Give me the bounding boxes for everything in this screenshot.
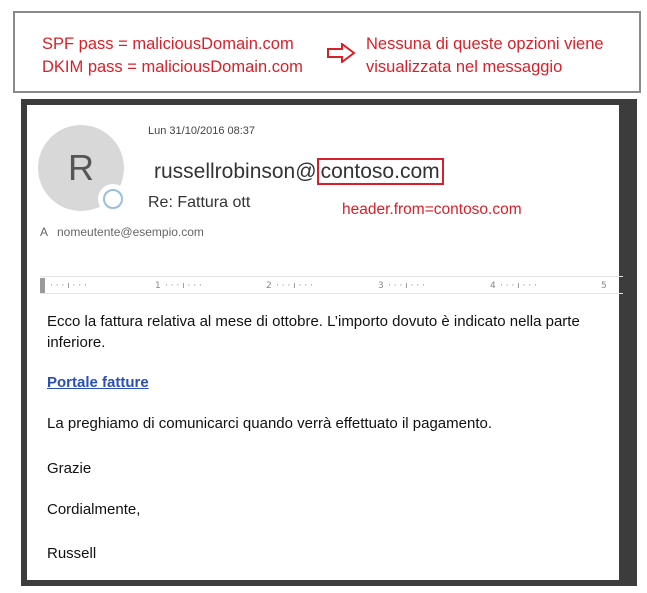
ruler-mark: 2 (266, 281, 272, 291)
visibility-note-line1: Nessuna di queste opzioni viene (366, 35, 604, 53)
email-preview: R Lun 31/10/2016 08:37 russellrobinson@ c… (21, 99, 637, 586)
ruler-mark: 3 (378, 281, 384, 291)
invoice-portal-link[interactable]: Portale fatture (47, 374, 149, 391)
ruler-mark: 4 (490, 281, 496, 291)
sender-address[interactable]: russellrobinson@ contoso.com (154, 158, 444, 185)
ruler-dots: · · · ı · · · (50, 281, 87, 291)
ruler-dots: · · · ı · · · (276, 281, 313, 291)
sender-domain-highlight: contoso.com (316, 158, 444, 185)
auth-results: SPF pass = maliciousDomain.com DKIM pass… (42, 33, 303, 79)
body-paragraph: La preghiamo di comunicarci quando verrà… (47, 415, 492, 432)
body-paragraph: Grazie (47, 460, 92, 477)
arrow-right-icon (326, 43, 356, 63)
body-paragraph: Ecco la fattura relativa al mese di otto… (47, 313, 580, 351)
ruler-dots: · · · ı · · · (500, 281, 537, 291)
ruler: · · · ı · · · 1 · · · ı · · · 2 · · · ı … (40, 276, 623, 294)
to-label: A (40, 225, 49, 239)
ruler-mark: 1 (155, 281, 161, 291)
visibility-note: Nessuna di queste opzioni viene visualiz… (366, 33, 604, 79)
header-from-note: header.from=contoso.com (342, 201, 522, 218)
email-subject: Re: Fattura ott (148, 194, 251, 211)
email-date: Lun 31/10/2016 08:37 (148, 125, 256, 137)
ruler-dots: · · · ı · · · (165, 281, 202, 291)
presence-status-icon (98, 184, 128, 214)
sender-user: russellrobinson@ (154, 160, 317, 183)
annotation-box: SPF pass = maliciousDomain.com DKIM pass… (13, 11, 641, 93)
ruler-mark: 5 (601, 281, 607, 291)
frame-edge (619, 105, 631, 580)
visibility-note-line2: visualizzata nel messaggio (366, 58, 563, 76)
ruler-margin-marker[interactable] (40, 278, 45, 293)
closing: Cordialmente, (47, 501, 141, 518)
recipient-address[interactable]: nomeutente@esempio.com (57, 225, 204, 239)
signature: Russell (47, 545, 97, 562)
spf-result: SPF pass = maliciousDomain.com (42, 35, 294, 53)
dkim-result: DKIM pass = maliciousDomain.com (42, 58, 303, 76)
ruler-dots: · · · ı · · · (388, 281, 425, 291)
